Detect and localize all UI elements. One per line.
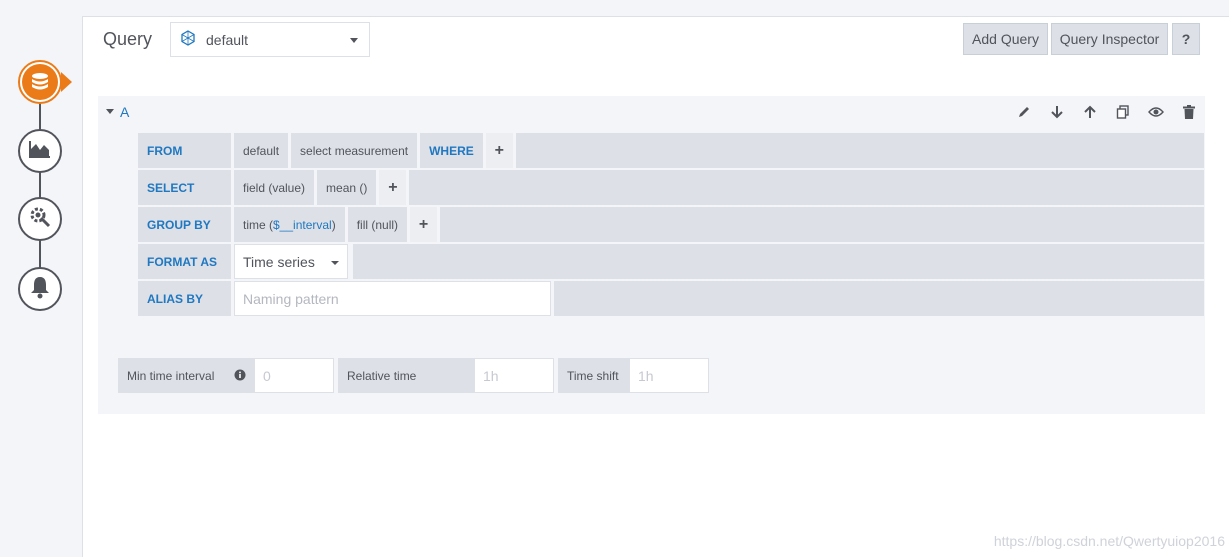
rail-alert-button[interactable]: [18, 267, 62, 311]
groupby-label: GROUP BY: [138, 207, 231, 242]
area-chart-icon: [28, 139, 52, 164]
add-groupby-button[interactable]: +: [410, 207, 438, 242]
query-inspector-button[interactable]: Query Inspector: [1051, 23, 1168, 55]
groupby-time-segment[interactable]: time ($__interval): [234, 207, 345, 242]
format-label: FORMAT AS: [138, 244, 231, 279]
min-interval-text: Min time interval: [127, 368, 215, 383]
panel-header: Query default Add Query Query Inspector …: [83, 17, 1229, 65]
chevron-down-icon: [350, 38, 358, 43]
influxdb-icon: [180, 30, 196, 49]
row-filler: [554, 281, 1204, 316]
measurement-segment[interactable]: select measurement: [291, 133, 418, 168]
format-row: FORMAT AS Time series: [138, 244, 1204, 279]
query-name[interactable]: A: [120, 104, 129, 120]
add-query-button[interactable]: Add Query: [963, 23, 1048, 55]
query-options: Min time interval Relative time Time shi…: [98, 339, 1205, 414]
datasource-select[interactable]: default: [170, 22, 370, 57]
from-row: FROM default select measurement WHERE +: [138, 133, 1204, 168]
aggregate-segment[interactable]: mean (): [317, 170, 377, 205]
query-panel: Query default Add Query Query Inspector …: [82, 16, 1229, 557]
trash-icon[interactable]: [1181, 104, 1197, 120]
min-interval-group: Min time interval: [118, 358, 334, 393]
select-label: SELECT: [138, 170, 231, 205]
add-where-button[interactable]: +: [485, 133, 513, 168]
pencil-icon[interactable]: [1016, 104, 1032, 120]
query-actions: [1016, 104, 1197, 120]
arrow-down-icon[interactable]: [1049, 104, 1065, 120]
fill-segment[interactable]: fill (null): [347, 207, 408, 242]
row-filler: [409, 170, 1204, 205]
relative-time-group: Relative time: [338, 358, 554, 393]
rail-active-arrow: [61, 72, 72, 92]
help-button[interactable]: ?: [1172, 23, 1200, 55]
database-icon: [22, 64, 58, 100]
copy-icon[interactable]: [1115, 104, 1131, 120]
info-icon[interactable]: [234, 369, 246, 384]
row-filler: [515, 133, 1204, 168]
row-filler: [440, 207, 1204, 242]
arrow-up-icon[interactable]: [1082, 104, 1098, 120]
groupby-time-prefix: time (: [243, 217, 273, 232]
alias-input[interactable]: [234, 281, 551, 316]
rail-general-button[interactable]: [18, 197, 62, 241]
watermark: https://blog.csdn.net/Qwertyuiop2016: [993, 533, 1225, 549]
select-row: SELECT field (value) mean () +: [138, 170, 1204, 205]
from-label: FROM: [138, 133, 231, 168]
gear-wrench-icon: [28, 205, 52, 234]
influx-query-editor: FROM default select measurement WHERE + …: [98, 130, 1205, 342]
query-row-header: A: [98, 96, 1205, 130]
eye-icon[interactable]: [1148, 104, 1164, 120]
groupby-time-variable: $__interval: [273, 217, 332, 232]
page-title: Query: [103, 29, 153, 49]
field-segment[interactable]: field (value): [234, 170, 315, 205]
add-select-button[interactable]: +: [379, 170, 407, 205]
rail-queries-button[interactable]: [18, 60, 62, 104]
groupby-time-suffix: ): [331, 217, 336, 232]
alias-label: ALIAS BY: [138, 281, 231, 316]
time-shift-input[interactable]: [629, 358, 709, 393]
retention-policy-segment[interactable]: default: [234, 133, 289, 168]
row-filler: [353, 244, 1204, 279]
rail-visualization-button[interactable]: [18, 129, 62, 173]
min-interval-label: Min time interval: [118, 358, 254, 393]
relative-time-input[interactable]: [474, 358, 554, 393]
format-value: Time series: [243, 253, 315, 270]
editor-rail: [0, 0, 82, 557]
datasource-label: default: [206, 31, 249, 48]
min-interval-input[interactable]: [254, 358, 334, 393]
alias-row: ALIAS BY: [138, 281, 1204, 316]
relative-time-label: Relative time: [338, 358, 474, 393]
where-keyword: WHERE: [420, 133, 483, 168]
collapse-caret-icon[interactable]: [106, 109, 114, 114]
time-shift-group: Time shift: [558, 358, 709, 393]
chevron-down-icon: [331, 261, 339, 265]
time-shift-label: Time shift: [558, 358, 629, 393]
groupby-row: GROUP BY time ($__interval) fill (null) …: [138, 207, 1204, 242]
format-select[interactable]: Time series: [234, 244, 348, 279]
bell-icon: [29, 275, 51, 304]
